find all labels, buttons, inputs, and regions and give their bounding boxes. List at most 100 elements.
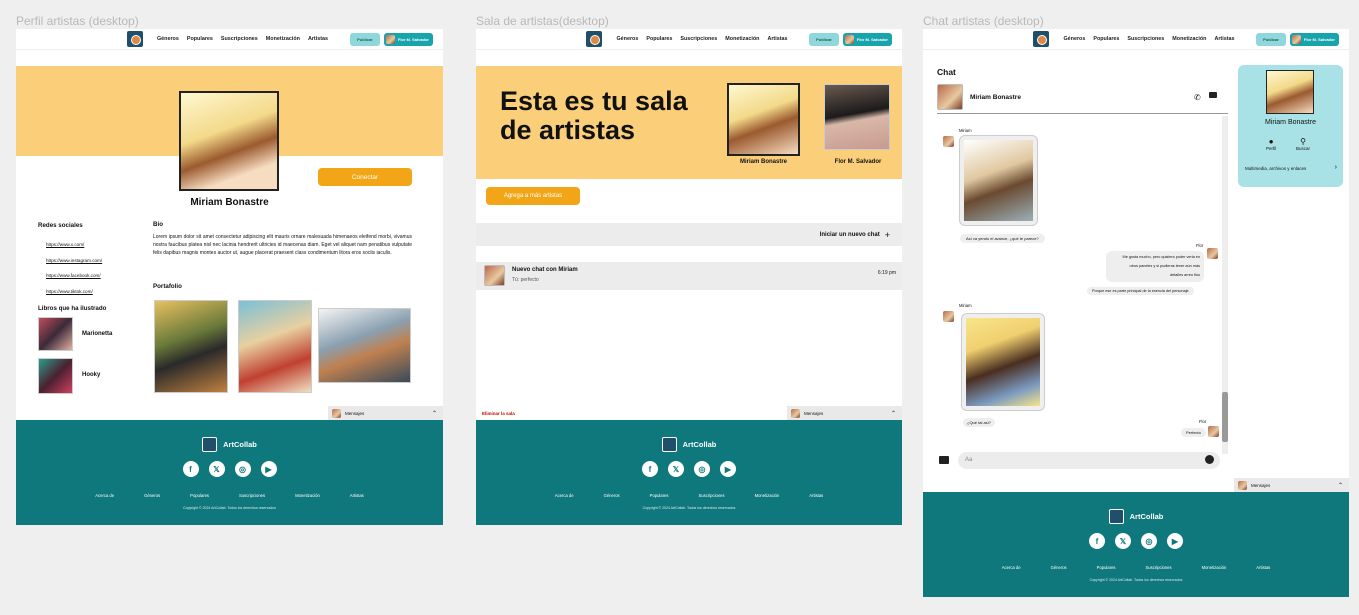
facebook-icon[interactable]: f (642, 461, 658, 477)
artist-avatar[interactable] (824, 84, 890, 150)
portfolio-image[interactable] (154, 300, 228, 393)
nav-suscripciones[interactable]: Suscripciones (680, 36, 717, 42)
book-cover[interactable] (38, 358, 73, 394)
footer-link[interactable]: Suscripciones (239, 493, 265, 498)
phone-icon[interactable]: ✆ (1194, 93, 1201, 102)
nav-generos[interactable]: Géneros (1063, 36, 1085, 42)
publish-button[interactable]: Publicar (809, 33, 839, 46)
emoji-icon[interactable] (1205, 455, 1214, 464)
footer-link[interactable]: Géneros (604, 493, 620, 498)
portfolio-image[interactable] (318, 308, 411, 383)
messages-bar[interactable]: Mensajes ⌃ (1234, 478, 1349, 492)
new-chat-button[interactable]: Iniciar un nuevo chat + (476, 223, 902, 246)
message-image[interactable] (959, 135, 1038, 226)
scrollbar[interactable] (1222, 116, 1228, 454)
logo-icon[interactable] (586, 31, 603, 47)
profile-button[interactable]: ● Perfil (1266, 137, 1276, 151)
nav-generos[interactable]: Géneros (157, 36, 179, 42)
nav-populares[interactable]: Populares (187, 36, 213, 42)
footer-link[interactable]: Artistas (1256, 565, 1270, 570)
nav-monetizacion[interactable]: Monetización (266, 36, 300, 42)
footer-link[interactable]: Géneros (1051, 565, 1067, 570)
avatar (1207, 248, 1218, 259)
nav-suscripciones[interactable]: Suscripciones (221, 36, 258, 42)
nav-populares[interactable]: Populares (646, 36, 672, 42)
image-attach-icon[interactable] (939, 456, 949, 464)
book-title[interactable]: Marionetta (82, 331, 112, 337)
social-links: https://www.x.com/ https://www.instagram… (46, 237, 102, 299)
link-tiktok[interactable]: https://www.tiktok.com/ (46, 284, 102, 300)
message-bubble: Perfecto (1181, 428, 1206, 437)
logo-icon[interactable] (1033, 31, 1050, 47)
nav-artistas[interactable]: Artistas (308, 36, 328, 42)
footer-link[interactable]: Monetización (755, 493, 780, 498)
message-bubble: Así va yendo el avance, ¿qué te parece? (960, 234, 1045, 243)
frame-sala: Géneros Populares Suscripciones Monetiza… (476, 29, 902, 525)
user-button[interactable]: Flor M. Salvador (1289, 33, 1339, 46)
nav-suscripciones[interactable]: Suscripciones (1127, 36, 1164, 42)
link-x[interactable]: https://www.x.com/ (46, 237, 102, 253)
contact-name: Miriam Bonastre (1265, 119, 1316, 126)
instagram-icon[interactable]: ◎ (694, 461, 710, 477)
link-facebook[interactable]: https://www.facebook.com/ (46, 268, 102, 284)
video-icon[interactable] (1209, 92, 1217, 98)
footer-link[interactable]: Suscripciones (699, 493, 725, 498)
nav-monetizacion[interactable]: Monetización (1172, 36, 1206, 42)
footer-link[interactable]: Populares (1097, 565, 1116, 570)
avatar (1208, 426, 1219, 437)
instagram-icon[interactable]: ◎ (1141, 533, 1157, 549)
x-icon[interactable]: 𝕏 (1115, 533, 1131, 549)
contact-name: Miriam Bonastre (970, 94, 1021, 101)
youtube-icon[interactable]: ▶ (1167, 533, 1183, 549)
chat-list-item[interactable]: Nuevo chat con Miriam Tú: perfecto 6:19 … (476, 262, 902, 290)
youtube-icon[interactable]: ▶ (720, 461, 736, 477)
artist-avatar[interactable] (727, 83, 800, 156)
user-button[interactable]: Flor M. Salvador (842, 33, 892, 46)
nav-monetizacion[interactable]: Monetización (725, 36, 759, 42)
footer-link[interactable]: Géneros (144, 493, 160, 498)
footer-link[interactable]: Populares (190, 493, 209, 498)
contact-avatar[interactable] (937, 84, 963, 110)
footer-link[interactable]: Monetización (295, 493, 320, 498)
connect-button[interactable]: Conectar (318, 168, 412, 186)
footer-link[interactable]: Acerca de (555, 493, 574, 498)
facebook-icon[interactable]: f (182, 461, 199, 477)
facebook-icon[interactable]: f (1089, 533, 1105, 549)
messages-bar[interactable]: Mensajes ⌃ (328, 406, 443, 420)
artist-name: Miriam Bonastre (739, 159, 787, 165)
artist-name: Flor M. Salvador (834, 159, 882, 165)
message-image[interactable] (961, 313, 1045, 411)
nav-populares[interactable]: Populares (1093, 36, 1119, 42)
footer-link[interactable]: Monetización (1202, 565, 1227, 570)
link-instagram[interactable]: https://www.instagram.com/ (46, 253, 102, 269)
x-icon[interactable]: 𝕏 (208, 461, 225, 477)
footer-link[interactable]: Populares (650, 493, 669, 498)
publish-button[interactable]: Publicar (350, 33, 380, 46)
message-input[interactable]: Aa (958, 452, 1220, 469)
book-cover[interactable] (38, 317, 73, 351)
media-link[interactable]: Multimedia, archivos y enlaces (1245, 166, 1306, 171)
search-button[interactable]: ⚲ Buscar (1296, 137, 1310, 151)
nav-artistas[interactable]: Artistas (1214, 36, 1234, 42)
footer-link[interactable]: Acerca de (95, 493, 114, 498)
publish-button[interactable]: Publicar (1256, 33, 1286, 46)
youtube-icon[interactable]: ▶ (260, 461, 277, 477)
person-icon: ● (1268, 137, 1274, 146)
footer-link[interactable]: Acerca de (1002, 565, 1021, 570)
messages-bar[interactable]: Mensajes ⌃ (787, 406, 902, 420)
user-button[interactable]: Flor M. Salvador (383, 33, 433, 46)
footer-link[interactable]: Artistas (809, 493, 823, 498)
top-nav: Géneros Populares Suscripciones Monetiza… (923, 29, 1349, 50)
nav-generos[interactable]: Géneros (616, 36, 638, 42)
book-title[interactable]: Hooky (82, 372, 100, 378)
portfolio-image[interactable] (238, 300, 312, 393)
x-icon[interactable]: 𝕏 (668, 461, 684, 477)
footer-link[interactable]: Suscripciones (1146, 565, 1172, 570)
add-artists-button[interactable]: Agrega a más artistas (486, 187, 580, 205)
logo-icon[interactable] (126, 31, 143, 47)
chevron-right-icon[interactable]: › (1335, 164, 1337, 171)
nav-artistas[interactable]: Artistas (767, 36, 787, 42)
instagram-icon[interactable]: ◎ (234, 461, 251, 477)
footer-link[interactable]: Artistas (350, 493, 364, 498)
delete-room-button[interactable]: Eliminar la sala (482, 411, 515, 416)
